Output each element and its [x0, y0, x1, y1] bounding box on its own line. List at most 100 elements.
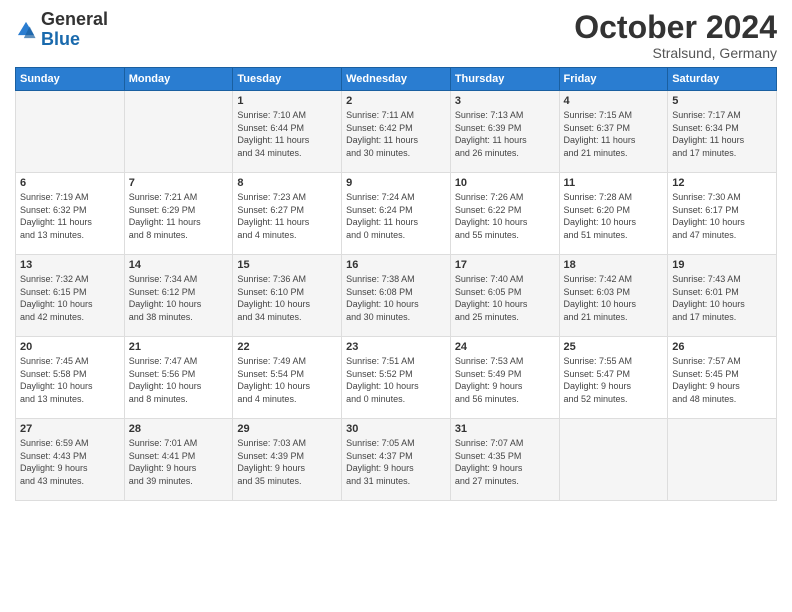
calendar-cell: 16 Sunrise: 7:38 AM Sunset: 6:08 PM Dayli… — [342, 255, 451, 337]
calendar-table: SundayMondayTuesdayWednesdayThursdayFrid… — [15, 67, 777, 501]
calendar-cell: 30 Sunrise: 7:05 AM Sunset: 4:37 PM Dayli… — [342, 419, 451, 501]
calendar-cell: 3 Sunrise: 7:13 AM Sunset: 6:39 PM Daylig… — [450, 91, 559, 173]
day-info: Sunrise: 7:30 AM Sunset: 6:17 PM Dayligh… — [672, 191, 772, 241]
day-info: Sunrise: 7:36 AM Sunset: 6:10 PM Dayligh… — [237, 273, 337, 323]
day-info: Sunrise: 7:28 AM Sunset: 6:20 PM Dayligh… — [564, 191, 664, 241]
title-block: October 2024 Stralsund, Germany — [574, 10, 777, 61]
day-number: 22 — [237, 341, 337, 353]
day-info: Sunrise: 7:03 AM Sunset: 4:39 PM Dayligh… — [237, 437, 337, 487]
day-number: 25 — [564, 341, 664, 353]
day-number: 15 — [237, 259, 337, 271]
day-info: Sunrise: 7:13 AM Sunset: 6:39 PM Dayligh… — [455, 109, 555, 159]
day-number: 10 — [455, 177, 555, 189]
day-info: Sunrise: 7:24 AM Sunset: 6:24 PM Dayligh… — [346, 191, 446, 241]
calendar-cell: 20Sunrise: 7:45 AM Sunset: 5:58 PM Dayli… — [16, 337, 125, 419]
logo-text: General Blue — [41, 10, 108, 50]
calendar-cell: 25 Sunrise: 7:55 AM Sunset: 5:47 PM Dayli… — [559, 337, 668, 419]
calendar-cell: 5 Sunrise: 7:17 AM Sunset: 6:34 PM Daylig… — [668, 91, 777, 173]
day-info: Sunrise: 7:34 AM Sunset: 6:12 PM Dayligh… — [129, 273, 229, 323]
day-number: 26 — [672, 341, 772, 353]
day-info: Sunrise: 7:32 AM Sunset: 6:15 PM Dayligh… — [20, 273, 120, 323]
day-info: Sunrise: 7:38 AM Sunset: 6:08 PM Dayligh… — [346, 273, 446, 323]
weekday-header-saturday: Saturday — [668, 68, 777, 91]
weekday-header-sunday: Sunday — [16, 68, 125, 91]
calendar-cell: 26Sunrise: 7:57 AM Sunset: 5:45 PM Dayli… — [668, 337, 777, 419]
day-number: 4 — [564, 95, 664, 107]
day-info: Sunrise: 7:49 AM Sunset: 5:54 PM Dayligh… — [237, 355, 337, 405]
day-info: Sunrise: 7:11 AM Sunset: 6:42 PM Dayligh… — [346, 109, 446, 159]
day-info: Sunrise: 7:21 AM Sunset: 6:29 PM Dayligh… — [129, 191, 229, 241]
calendar-week-row: 20Sunrise: 7:45 AM Sunset: 5:58 PM Dayli… — [16, 337, 777, 419]
calendar-week-row: 6 Sunrise: 7:19 AM Sunset: 6:32 PM Daylig… — [16, 173, 777, 255]
day-number: 5 — [672, 95, 772, 107]
weekday-header-thursday: Thursday — [450, 68, 559, 91]
logo-blue: Blue — [41, 29, 80, 49]
logo: General Blue — [15, 10, 108, 50]
calendar-cell: 18Sunrise: 7:42 AM Sunset: 6:03 PM Dayli… — [559, 255, 668, 337]
calendar-cell: 13 Sunrise: 7:32 AM Sunset: 6:15 PM Dayli… — [16, 255, 125, 337]
day-number: 6 — [20, 177, 120, 189]
calendar-cell: 6 Sunrise: 7:19 AM Sunset: 6:32 PM Daylig… — [16, 173, 125, 255]
day-number: 16 — [346, 259, 446, 271]
day-number: 21 — [129, 341, 229, 353]
day-number: 19 — [672, 259, 772, 271]
day-info: Sunrise: 7:40 AM Sunset: 6:05 PM Dayligh… — [455, 273, 555, 323]
calendar-cell: 21 Sunrise: 7:47 AM Sunset: 5:56 PM Dayli… — [124, 337, 233, 419]
calendar-cell: 19 Sunrise: 7:43 AM Sunset: 6:01 PM Dayli… — [668, 255, 777, 337]
weekday-header-friday: Friday — [559, 68, 668, 91]
calendar-cell: 12 Sunrise: 7:30 AM Sunset: 6:17 PM Dayli… — [668, 173, 777, 255]
day-number: 12 — [672, 177, 772, 189]
day-info: Sunrise: 6:59 AM Sunset: 4:43 PM Dayligh… — [20, 437, 120, 487]
calendar-cell: 8Sunrise: 7:23 AM Sunset: 6:27 PM Daylig… — [233, 173, 342, 255]
day-info: Sunrise: 7:07 AM Sunset: 4:35 PM Dayligh… — [455, 437, 555, 487]
day-number: 27 — [20, 423, 120, 435]
day-number: 18 — [564, 259, 664, 271]
logo-icon — [15, 19, 37, 41]
day-number: 29 — [237, 423, 337, 435]
calendar-cell: 28 Sunrise: 7:01 AM Sunset: 4:41 PM Dayli… — [124, 419, 233, 501]
calendar-cell — [559, 419, 668, 501]
day-number: 1 — [237, 95, 337, 107]
calendar-cell: 10 Sunrise: 7:26 AM Sunset: 6:22 PM Dayli… — [450, 173, 559, 255]
header: General Blue October 2024 Stralsund, Ger… — [15, 10, 777, 61]
day-info: Sunrise: 7:26 AM Sunset: 6:22 PM Dayligh… — [455, 191, 555, 241]
day-number: 9 — [346, 177, 446, 189]
logo-general: General — [41, 9, 108, 29]
day-info: Sunrise: 7:45 AM Sunset: 5:58 PM Dayligh… — [20, 355, 120, 405]
day-number: 28 — [129, 423, 229, 435]
weekday-header-monday: Monday — [124, 68, 233, 91]
day-info: Sunrise: 7:51 AM Sunset: 5:52 PM Dayligh… — [346, 355, 446, 405]
day-info: Sunrise: 7:17 AM Sunset: 6:34 PM Dayligh… — [672, 109, 772, 159]
day-info: Sunrise: 7:19 AM Sunset: 6:32 PM Dayligh… — [20, 191, 120, 241]
calendar-cell: 11Sunrise: 7:28 AM Sunset: 6:20 PM Dayli… — [559, 173, 668, 255]
day-info: Sunrise: 7:15 AM Sunset: 6:37 PM Dayligh… — [564, 109, 664, 159]
day-info: Sunrise: 7:47 AM Sunset: 5:56 PM Dayligh… — [129, 355, 229, 405]
calendar-cell: 23 Sunrise: 7:51 AM Sunset: 5:52 PM Dayli… — [342, 337, 451, 419]
calendar-cell — [668, 419, 777, 501]
calendar-cell — [124, 91, 233, 173]
calendar-cell: 7 Sunrise: 7:21 AM Sunset: 6:29 PM Daylig… — [124, 173, 233, 255]
day-number: 3 — [455, 95, 555, 107]
day-number: 13 — [20, 259, 120, 271]
location: Stralsund, Germany — [574, 45, 777, 61]
day-number: 30 — [346, 423, 446, 435]
calendar-cell: 14Sunrise: 7:34 AM Sunset: 6:12 PM Dayli… — [124, 255, 233, 337]
day-number: 2 — [346, 95, 446, 107]
calendar-cell: 2 Sunrise: 7:11 AM Sunset: 6:42 PM Daylig… — [342, 91, 451, 173]
day-info: Sunrise: 7:10 AM Sunset: 6:44 PM Dayligh… — [237, 109, 337, 159]
day-info: Sunrise: 7:01 AM Sunset: 4:41 PM Dayligh… — [129, 437, 229, 487]
day-info: Sunrise: 7:55 AM Sunset: 5:47 PM Dayligh… — [564, 355, 664, 405]
day-number: 23 — [346, 341, 446, 353]
calendar-week-row: 13 Sunrise: 7:32 AM Sunset: 6:15 PM Dayli… — [16, 255, 777, 337]
day-number: 7 — [129, 177, 229, 189]
day-info: Sunrise: 7:43 AM Sunset: 6:01 PM Dayligh… — [672, 273, 772, 323]
day-info: Sunrise: 7:53 AM Sunset: 5:49 PM Dayligh… — [455, 355, 555, 405]
weekday-header-row: SundayMondayTuesdayWednesdayThursdayFrid… — [16, 68, 777, 91]
day-number: 8 — [237, 177, 337, 189]
calendar-cell: 1 Sunrise: 7:10 AM Sunset: 6:44 PM Daylig… — [233, 91, 342, 173]
day-number: 31 — [455, 423, 555, 435]
calendar-cell: 9 Sunrise: 7:24 AM Sunset: 6:24 PM Daylig… — [342, 173, 451, 255]
calendar-cell: 31 Sunrise: 7:07 AM Sunset: 4:35 PM Dayli… — [450, 419, 559, 501]
day-info: Sunrise: 7:05 AM Sunset: 4:37 PM Dayligh… — [346, 437, 446, 487]
calendar-cell: 29 Sunrise: 7:03 AM Sunset: 4:39 PM Dayli… — [233, 419, 342, 501]
